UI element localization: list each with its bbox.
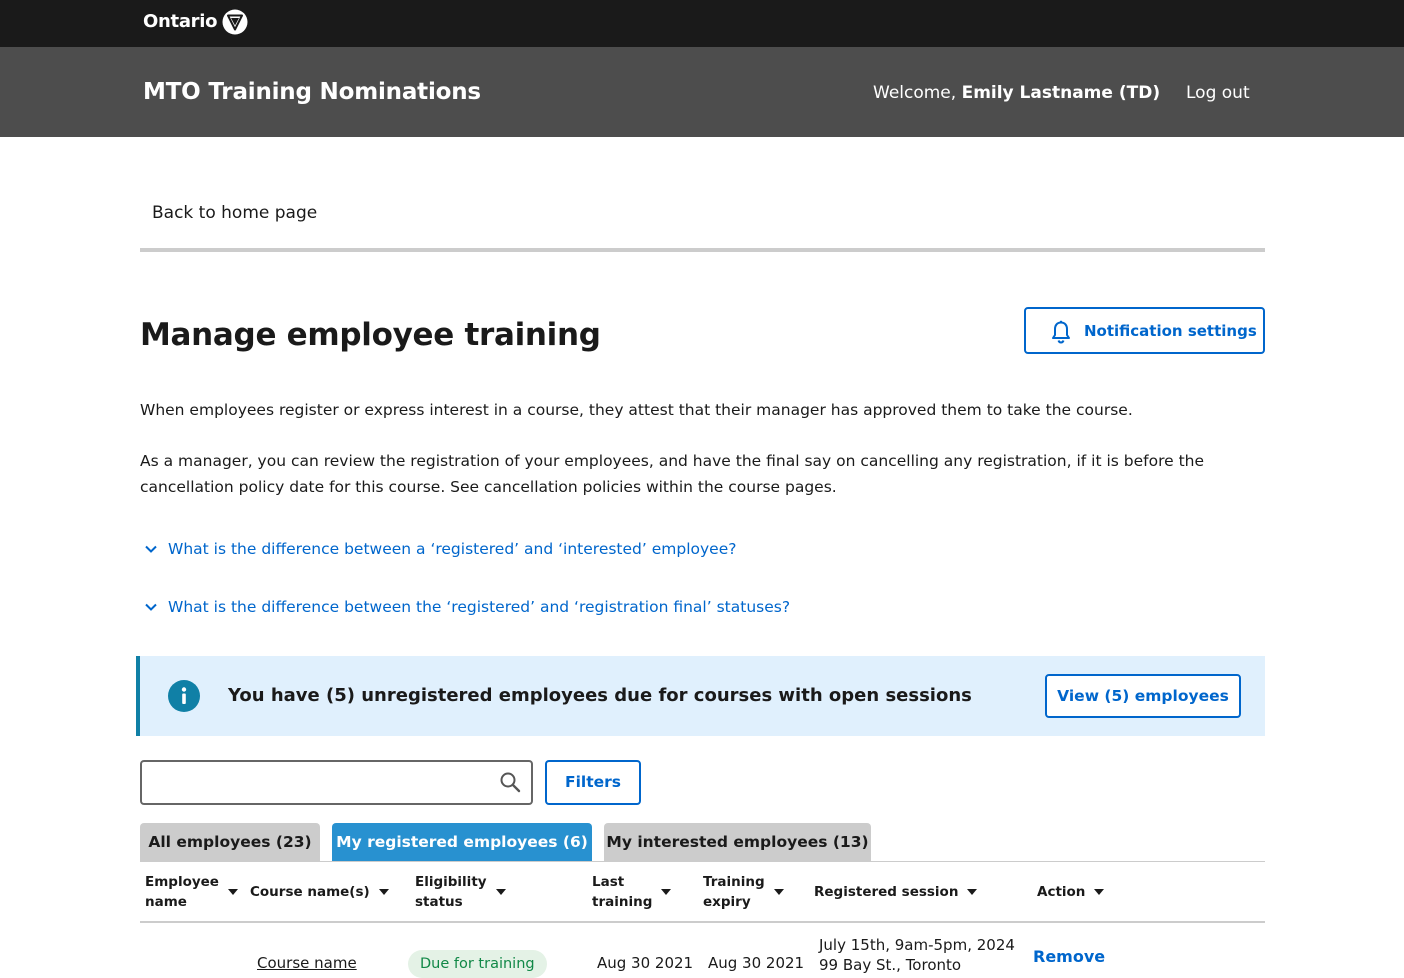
sort-caret-icon: [1094, 889, 1105, 895]
app-header: MTO Training Nominations Welcome, Emily …: [0, 47, 1404, 137]
page-title: Manage employee training: [140, 317, 601, 353]
faq-label: What is the difference between a ‘regist…: [168, 540, 737, 558]
intro-paragraph-1: When employees register or express inter…: [140, 401, 1133, 419]
info-icon: [168, 680, 200, 712]
column-header-last-training[interactable]: Last training: [592, 872, 672, 912]
header-label: Eligibility status: [415, 874, 487, 910]
logout-link[interactable]: Log out: [1186, 81, 1250, 105]
tab-my-registered-employees[interactable]: My registered employees (6): [332, 823, 592, 861]
intro-paragraph-2: As a manager, you can review the registr…: [140, 452, 1205, 496]
column-header-training-expiry[interactable]: Training expiry: [703, 872, 784, 912]
sort-caret-icon: [227, 889, 238, 895]
welcome-prefix: Welcome,: [873, 83, 962, 103]
tab-my-interested-employees[interactable]: My interested employees (13): [604, 823, 871, 861]
table-header-divider: [140, 921, 1265, 923]
view-employees-button[interactable]: View (5) employees: [1045, 674, 1241, 718]
status-badge: Due for training: [408, 950, 547, 978]
session-date: July 15th, 9am-5pm, 2024: [819, 936, 1015, 954]
header-label: Last training: [592, 874, 653, 910]
faq-label: What is the difference between the ‘regi…: [168, 598, 791, 616]
chevron-down-icon: [145, 545, 157, 553]
user-name: Emily Lastname (TD): [961, 83, 1161, 103]
course-name-link[interactable]: Course name: [257, 952, 357, 974]
notification-settings-button[interactable]: Notification settings: [1024, 307, 1265, 354]
notification-settings-label: Notification settings: [1084, 322, 1257, 340]
header-label: Registered session: [814, 884, 959, 900]
callout-message: You have (5) unregistered employees due …: [228, 685, 972, 706]
bell-icon: [1052, 320, 1070, 344]
session-location: 99 Bay St., Toronto: [819, 956, 962, 974]
trillium-icon: [222, 9, 248, 35]
faq-registered-vs-interested[interactable]: What is the difference between a ‘regist…: [144, 538, 736, 560]
search-input[interactable]: [140, 760, 533, 805]
header-label: Action: [1037, 884, 1086, 900]
ontario-topbar: Ontario: [0, 0, 1404, 47]
faq-registered-vs-final[interactable]: What is the difference between the ‘regi…: [144, 596, 790, 618]
logo-text: Ontario: [143, 11, 218, 32]
tabs-divider: [140, 861, 1265, 862]
sort-caret-icon: [773, 889, 784, 895]
filters-button[interactable]: Filters: [545, 760, 641, 805]
sort-caret-icon: [661, 889, 672, 895]
search-icon[interactable]: [499, 771, 521, 793]
column-header-employee-name[interactable]: Employee name: [145, 872, 238, 912]
tab-all-employees[interactable]: All employees (23): [140, 823, 320, 861]
column-header-course-names[interactable]: Course name(s): [250, 882, 389, 902]
header-label: Employee name: [145, 874, 219, 910]
column-header-eligibility-status[interactable]: Eligibility status: [415, 872, 506, 912]
welcome-message: Welcome, Emily Lastname (TD): [873, 81, 1160, 105]
header-label: Course name(s): [250, 884, 370, 900]
header-label: Training expiry: [703, 874, 765, 910]
ontario-logo[interactable]: Ontario: [143, 9, 248, 35]
app-title[interactable]: MTO Training Nominations: [143, 76, 481, 108]
sort-caret-icon: [967, 889, 978, 895]
remove-button[interactable]: Remove: [1033, 946, 1105, 968]
training-expiry-value: Aug 30 2021: [708, 954, 805, 972]
column-header-action[interactable]: Action: [1037, 882, 1105, 902]
last-training-value: Aug 30 2021: [597, 954, 694, 972]
divider: [140, 248, 1265, 252]
sort-caret-icon: [378, 889, 389, 895]
column-header-registered-session[interactable]: Registered session: [814, 882, 978, 902]
sort-caret-icon: [495, 889, 506, 895]
unregistered-employees-callout: You have (5) unregistered employees due …: [136, 656, 1265, 736]
chevron-down-icon: [145, 603, 157, 611]
back-to-home-link[interactable]: Back to home page: [152, 201, 317, 225]
